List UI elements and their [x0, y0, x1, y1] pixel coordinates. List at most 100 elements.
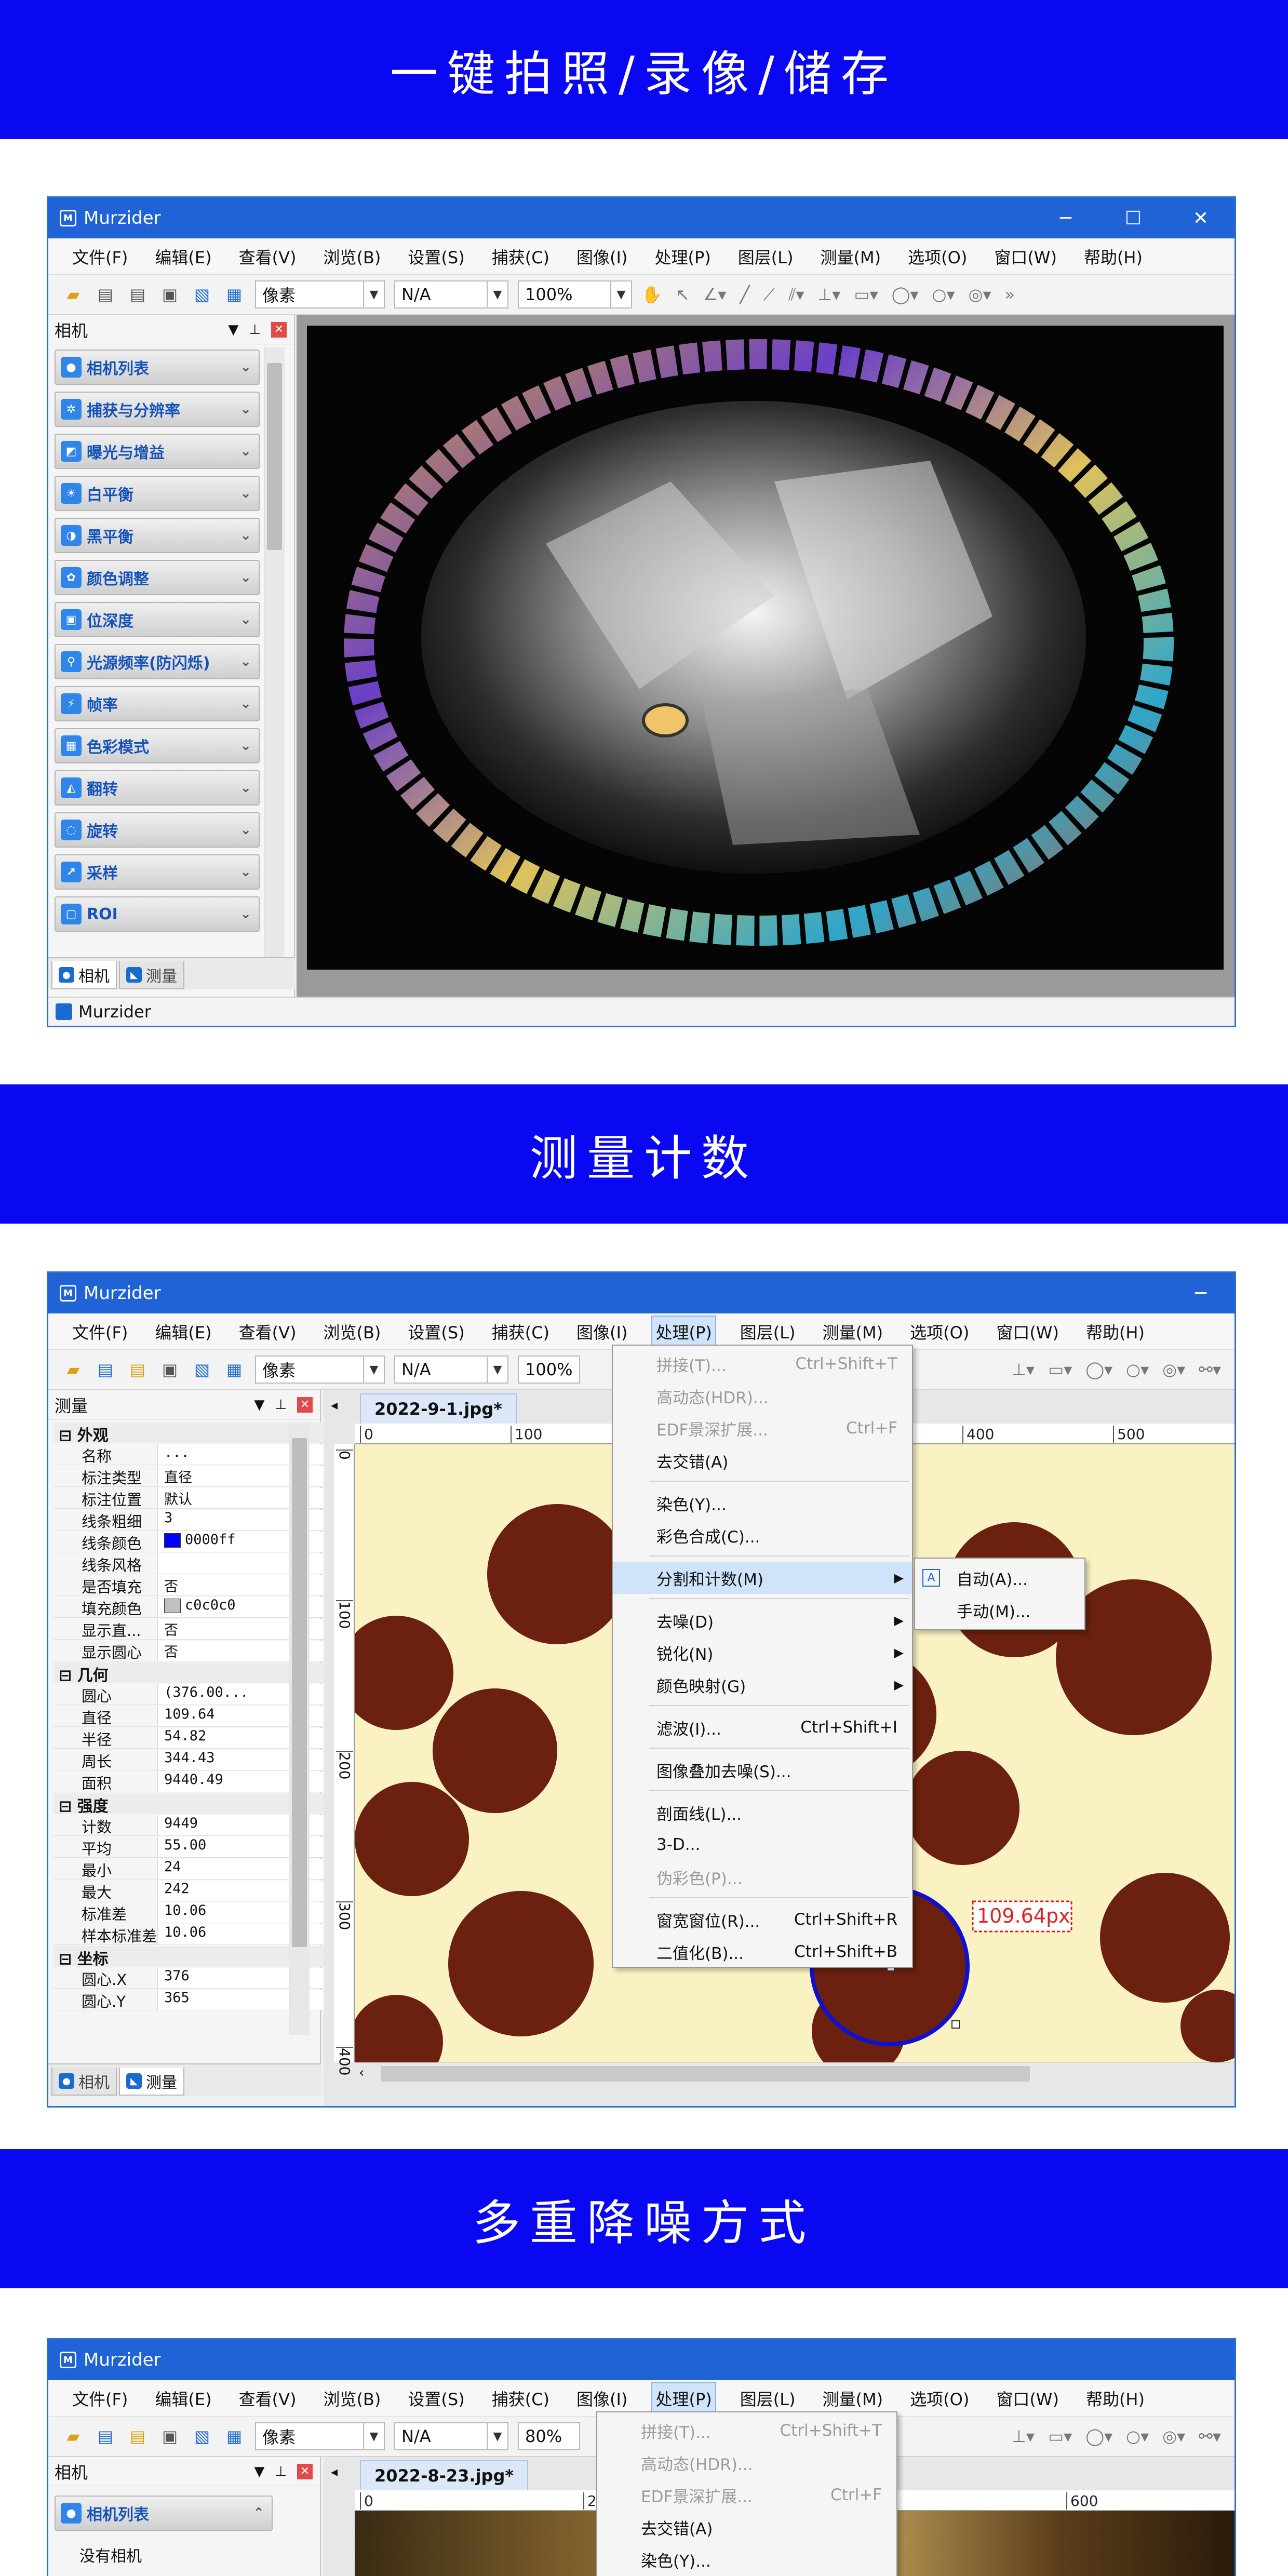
property-value[interactable]: 默认 — [157, 1488, 344, 1508]
save-icon[interactable]: ▤ — [94, 2425, 117, 2448]
concentric-icon[interactable]: ◎▾ — [969, 285, 991, 304]
menu-item[interactable]: 去交错(A) — [613, 1444, 912, 1477]
submenu-auto[interactable]: A 自动(A)... — [915, 1562, 1084, 1594]
menu-browse[interactable]: 浏览(B) — [320, 242, 384, 272]
menu-view[interactable]: 查看(V) — [236, 1317, 300, 1347]
menu-window[interactable]: 窗口(W) — [991, 242, 1060, 272]
menu-item[interactable]: 图像叠加去噪(S)... — [613, 1754, 912, 1786]
save-all-icon[interactable]: ▤ — [126, 1358, 149, 1381]
menu-edit[interactable]: 编辑(E) — [152, 242, 214, 272]
property-value[interactable]: 344.43 — [157, 1750, 344, 1770]
menu-file[interactable]: 文件(F) — [69, 1317, 131, 1347]
hand-icon[interactable]: ✋ — [641, 285, 662, 304]
tab-measure[interactable]: ◣ 测量 — [119, 2068, 184, 2096]
image-icon[interactable]: ▧ — [191, 283, 213, 306]
camera-setting-item[interactable]: ◩ 曝光与增益 ⌄ — [55, 434, 260, 469]
scroll-thumb[interactable] — [267, 363, 282, 550]
ellipse-icon[interactable]: ◯▾ — [892, 285, 919, 304]
menu-browse[interactable]: 浏览(B) — [320, 2383, 384, 2413]
menu-capture[interactable]: 捕获(C) — [489, 242, 553, 272]
pin-icon[interactable]: ⊥ — [275, 1397, 287, 1413]
open-folder-icon[interactable]: ▰ — [62, 1358, 85, 1381]
property-value[interactable]: 365 — [157, 1990, 344, 2010]
submenu-manual[interactable]: 手动(M)... — [915, 1594, 1084, 1626]
chevron-left-icon[interactable]: ◂ — [331, 2464, 338, 2480]
property-value[interactable]: 否 — [157, 1575, 344, 1595]
unit-select[interactable]: 像素 ▼ — [255, 280, 385, 308]
menu-process[interactable]: 处理(P) — [651, 242, 714, 272]
panel-scrollbar[interactable] — [264, 347, 285, 965]
menu-measure[interactable]: 测量(M) — [820, 1317, 887, 1347]
menu-item[interactable]: 颜色映射(G) ▶ — [613, 1669, 912, 1701]
property-value[interactable]: 10.06 — [157, 1924, 344, 1944]
open-folder-icon[interactable]: ▰ — [62, 2425, 85, 2448]
menu-file[interactable]: 文件(F) — [69, 242, 131, 272]
grid-icon[interactable]: ▦ — [223, 2425, 246, 2448]
unit-select[interactable]: 像素 ▼ — [255, 2422, 385, 2450]
concentric-icon[interactable]: ◎▾ — [1162, 2426, 1185, 2446]
calibration-select[interactable]: N/A ▼ — [394, 2422, 508, 2450]
save-all-icon[interactable]: ▤ — [126, 283, 149, 306]
menu-options[interactable]: 选项(O) — [907, 1317, 972, 1347]
image-viewport[interactable] — [297, 315, 1235, 1000]
chevron-left-icon[interactable]: ‹ — [359, 2065, 364, 2081]
menu-settings[interactable]: 设置(S) — [405, 2383, 467, 2413]
document-tab[interactable]: 2022-9-1.jpg* — [360, 1393, 517, 1424]
camera-setting-item[interactable]: ☀ 白平衡 ⌄ — [55, 476, 260, 511]
property-value[interactable]: 9440.49 — [157, 1772, 344, 1792]
menu-help[interactable]: 帮助(H) — [1081, 242, 1146, 272]
pin-icon[interactable]: ⊥ — [275, 2464, 287, 2479]
scroll-thumb[interactable] — [292, 1438, 307, 1947]
menu-help[interactable]: 帮助(H) — [1083, 1317, 1148, 1347]
menu-image[interactable]: 图像(I) — [573, 2383, 630, 2413]
property-value[interactable]: 0000ff — [157, 1532, 344, 1552]
menu-capture[interactable]: 捕获(C) — [489, 1317, 553, 1347]
menu-process[interactable]: 处理(P) — [651, 1315, 716, 1348]
menu-settings[interactable]: 设置(S) — [405, 1317, 467, 1347]
menu-edit[interactable]: 编辑(E) — [152, 1317, 214, 1347]
menu-settings[interactable]: 设置(S) — [405, 242, 467, 272]
chevron-left-icon[interactable]: ◂ — [331, 1398, 338, 1413]
zoom-select[interactable]: 100% — [518, 1356, 580, 1384]
rectangle-icon[interactable]: ▭▾ — [854, 285, 878, 304]
camera-setting-item[interactable]: ↗ 采样 ⌄ — [55, 854, 260, 890]
camera-setting-item[interactable]: ✲ 捕获与分辨率 ⌄ — [55, 392, 260, 427]
minimize-button[interactable]: ─ — [1032, 208, 1099, 229]
perpendicular-icon[interactable]: ⊥▾ — [817, 285, 840, 304]
perpendicular-icon[interactable]: ⊥▾ — [1012, 2426, 1035, 2446]
menu-file[interactable]: 文件(F) — [69, 2383, 131, 2413]
menu-edit[interactable]: 编辑(E) — [152, 2383, 214, 2413]
polyline-icon[interactable]: ⟋ — [763, 285, 775, 305]
camera-setting-item[interactable]: ▦ 色彩模式 ⌄ — [55, 728, 260, 763]
angle-icon[interactable]: ∠▾ — [703, 285, 727, 304]
menu-item[interactable]: 去交错(A) — [597, 2511, 896, 2543]
minimize-button[interactable]: ─ — [1167, 1283, 1235, 1304]
print-icon[interactable]: ▣ — [158, 2425, 181, 2448]
property-value[interactable]: 10.06 — [157, 1902, 344, 1923]
menu-options[interactable]: 选项(O) — [907, 2383, 972, 2413]
line-icon[interactable]: ╱ — [740, 285, 749, 304]
property-value[interactable]: 9449 — [157, 1815, 344, 1835]
maximize-button[interactable]: ☐ — [1099, 208, 1167, 229]
property-value[interactable]: (376.00... — [157, 1684, 344, 1705]
grid-icon[interactable]: ▦ — [223, 283, 246, 306]
menu-help[interactable]: 帮助(H) — [1083, 2383, 1148, 2413]
camera-setting-item[interactable]: ▢ ROI ⌄ — [55, 896, 260, 932]
menu-image[interactable]: 图像(I) — [573, 1317, 630, 1347]
open-folder-icon[interactable]: ▰ — [62, 283, 85, 306]
menu-capture[interactable]: 捕获(C) — [489, 2383, 553, 2413]
camera-setting-item[interactable]: ◭ 翻转 ⌄ — [55, 770, 260, 806]
menu-item[interactable]: 染色(Y)... — [613, 1487, 912, 1519]
panel-close-icon[interactable]: ✕ — [271, 321, 287, 338]
property-value[interactable]: 3 — [157, 1510, 344, 1530]
menu-view[interactable]: 查看(V) — [236, 242, 300, 272]
menu-layer[interactable]: 图层(L) — [737, 2383, 799, 2413]
close-button[interactable]: ✕ — [1167, 208, 1235, 229]
print-icon[interactable]: ▣ — [158, 1358, 181, 1381]
scroll-thumb[interactable] — [381, 2066, 1030, 2082]
menu-options[interactable]: 选项(O) — [905, 242, 970, 272]
save-icon[interactable]: ▤ — [94, 283, 117, 306]
perpendicular-icon[interactable]: ⊥▾ — [1012, 1360, 1035, 1379]
link-icon[interactable]: ⚯▾ — [1199, 2426, 1221, 2446]
camera-setting-item[interactable]: ◌ 旋转 ⌄ — [55, 812, 260, 848]
